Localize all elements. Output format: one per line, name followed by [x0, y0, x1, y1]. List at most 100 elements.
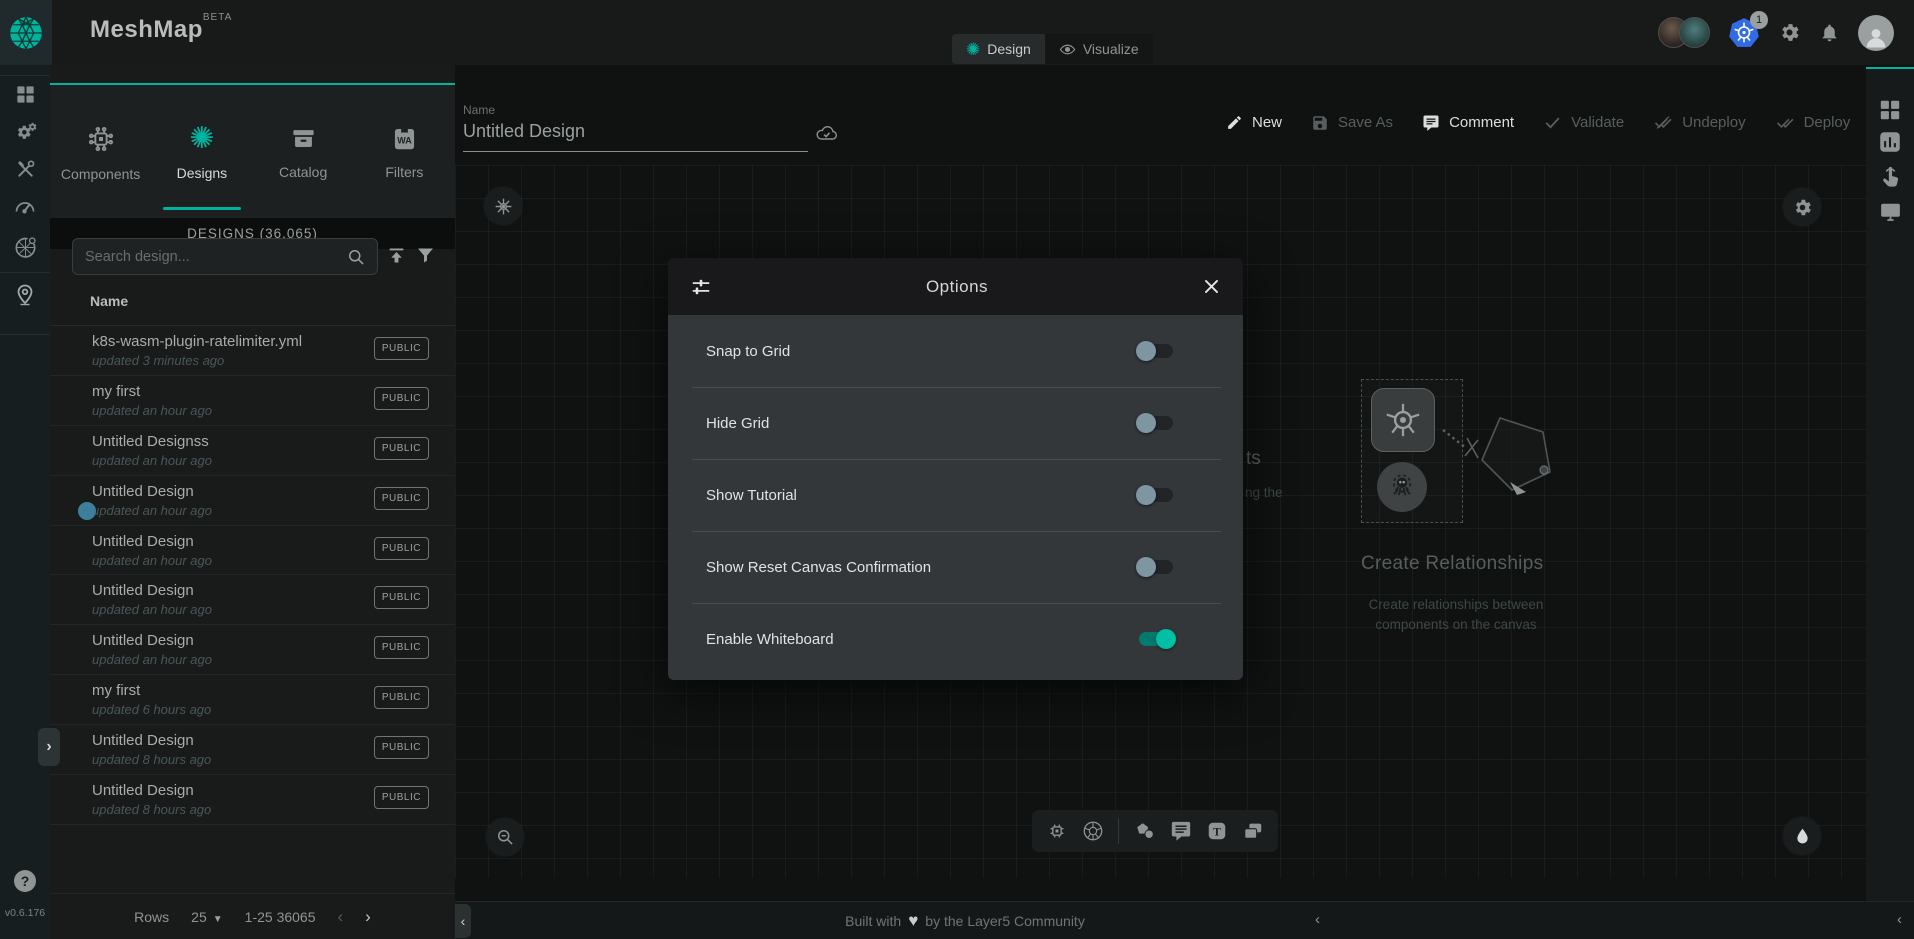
dock-text-icon[interactable]: T — [1206, 820, 1228, 842]
beta-tag: BETA — [203, 12, 232, 23]
input-underline — [463, 151, 808, 152]
design-name-label: Name — [463, 103, 495, 117]
option-row-enable-whiteboard: Enable Whiteboard — [668, 603, 1243, 675]
tab-catalog[interactable]: Catalog — [253, 85, 354, 220]
nav-meshmap-icon[interactable] — [0, 283, 50, 307]
snap-to-grid-toggle[interactable] — [1139, 344, 1173, 358]
dock-media-icon[interactable] — [1242, 820, 1264, 842]
design-row[interactable]: Untitled Design updated 8 hours ago PUBL… — [50, 775, 455, 825]
nav-dashboard-icon[interactable] — [0, 83, 50, 106]
show-tutorial-toggle[interactable] — [1139, 488, 1173, 502]
gear-icon — [1792, 197, 1813, 218]
tab-visualize[interactable]: Visualize — [1045, 34, 1153, 64]
tab-designs[interactable]: ✺ Designs — [151, 85, 252, 220]
freeze-layout-button[interactable] — [484, 187, 522, 225]
dock-comment-icon[interactable] — [1170, 820, 1192, 842]
interaction-hand-icon[interactable] — [1866, 165, 1914, 190]
hide-grid-toggle[interactable] — [1139, 416, 1173, 430]
help-button[interactable]: ? — [14, 870, 36, 892]
design-row[interactable]: Untitled Design updated 8 hours ago PUBL… — [50, 725, 455, 775]
nav-configuration-icon[interactable] — [0, 158, 50, 181]
zoom-button[interactable] — [486, 818, 524, 856]
version-label: v0.6.176 — [0, 907, 50, 919]
design-name: Untitled Design — [92, 582, 194, 599]
next-page-button[interactable]: › — [365, 907, 371, 927]
design-row[interactable]: Untitled Design updated an hour ago PUBL… — [50, 575, 455, 625]
design-updated: updated an hour ago — [92, 403, 212, 418]
design-row[interactable]: Untitled Designss updated an hour ago PU… — [50, 426, 455, 476]
visibility-badge: PUBLIC — [374, 337, 429, 360]
collaborator-avatars[interactable] — [1658, 17, 1710, 48]
design-name-input[interactable]: Untitled Design — [463, 121, 585, 142]
dock-kubernetes-icon[interactable] — [1082, 820, 1104, 842]
collaborator-peek-avatar — [78, 502, 96, 520]
nav-lifecycle-icon[interactable] — [0, 120, 50, 145]
design-row[interactable]: Untitled Design updated an hour ago PUBL… — [50, 526, 455, 576]
nav-extensions-icon[interactable] — [0, 235, 50, 260]
visibility-badge: PUBLIC — [374, 387, 429, 410]
mode-switch: ✺ Design Visualize — [952, 34, 1153, 64]
tab-design[interactable]: ✺ Design — [952, 34, 1045, 64]
design-updated: updated an hour ago — [92, 503, 212, 518]
tutorial-title: Create Relationships — [1361, 553, 1543, 575]
collaborator-avatar-2[interactable] — [1679, 17, 1710, 48]
design-row[interactable]: k8s-wasm-plugin-ratelimiter.yml updated … — [50, 326, 455, 376]
layer5-logo[interactable] — [0, 0, 52, 65]
kubernetes-context-button[interactable]: 1 — [1728, 17, 1760, 49]
expand-panel-chevron[interactable]: › — [38, 728, 60, 766]
design-updated: updated an hour ago — [92, 453, 212, 468]
option-label: Show Reset Canvas Confirmation — [706, 559, 931, 576]
deploy-double-check-icon — [1775, 113, 1795, 132]
screen-share-icon[interactable] — [1866, 199, 1914, 224]
one-click-deploy-button[interactable] — [1783, 817, 1821, 855]
pagination-range: 1-25 36065 — [245, 909, 316, 925]
import-design-icon[interactable] — [386, 245, 407, 266]
canvas-settings-button[interactable] — [1783, 188, 1821, 226]
mesh-sphere-icon — [8, 15, 44, 51]
deploy-button[interactable]: Deploy — [1775, 113, 1851, 132]
collapse-right-chevron[interactable]: ‹ — [1897, 911, 1902, 928]
new-button[interactable]: New — [1226, 114, 1282, 131]
designs-drawer: Components ✺ Designs Catalog WA Filters … — [50, 65, 455, 939]
search-input[interactable] — [72, 238, 378, 275]
filter-funnel-icon[interactable] — [415, 245, 436, 266]
design-row[interactable]: Untitled Design updated an hour ago PUBL… — [50, 476, 455, 526]
enable-whiteboard-toggle[interactable] — [1139, 632, 1173, 646]
design-row[interactable]: Untitled Design updated an hour ago PUBL… — [50, 625, 455, 675]
tab-filters[interactable]: WA Filters — [354, 85, 455, 220]
occluded-card-title-fragment: ts — [1246, 448, 1261, 470]
dock-components-icon[interactable] — [1046, 820, 1068, 842]
designs-list: k8s-wasm-plugin-ratelimiter.yml updated … — [50, 326, 455, 825]
user-avatar[interactable] — [1858, 15, 1894, 51]
prev-page-button[interactable]: ‹ — [338, 907, 344, 927]
design-name: my first — [92, 383, 140, 400]
design-name: Untitled Design — [92, 732, 194, 749]
sliders-icon — [690, 276, 712, 298]
notifications-bell-icon[interactable] — [1819, 22, 1840, 43]
person-icon — [1862, 23, 1890, 51]
divider — [0, 272, 50, 273]
collapse-mid-chevron[interactable]: ‹ — [1315, 911, 1320, 928]
validate-button[interactable]: Validate — [1543, 113, 1624, 132]
dock-shapes-icon[interactable] — [1134, 820, 1156, 842]
options-list: Snap to Grid Hide Grid Show Tutorial Sho… — [668, 315, 1243, 680]
undeploy-button[interactable]: Undeploy — [1653, 113, 1745, 132]
nav-performance-icon[interactable] — [0, 195, 50, 219]
design-name: Untitled Design — [92, 483, 194, 500]
design-row[interactable]: my first updated 6 hours ago PUBLIC — [50, 675, 455, 725]
rows-per-page-select[interactable]: 25▼ — [191, 909, 222, 925]
show-reset-canvas-confirmation-toggle[interactable] — [1139, 560, 1173, 574]
settings-gear-icon[interactable] — [1778, 21, 1801, 44]
pencil-icon — [1226, 114, 1243, 131]
save-as-button[interactable]: Save As — [1311, 114, 1393, 132]
comment-button[interactable]: Comment — [1422, 114, 1514, 132]
chart-panel-icon[interactable] — [1866, 129, 1914, 155]
tab-components[interactable]: Components — [50, 85, 151, 220]
options-modal: Options Snap to Grid Hide Grid Show Tuto… — [668, 258, 1243, 680]
option-row-show-tutorial: Show Tutorial — [668, 459, 1243, 531]
visibility-badge: PUBLIC — [374, 686, 429, 709]
design-row[interactable]: my first updated an hour ago PUBLIC — [50, 376, 455, 426]
visibility-badge: PUBLIC — [374, 537, 429, 560]
widgets-grid-icon[interactable] — [1866, 97, 1914, 123]
close-icon[interactable] — [1202, 277, 1221, 296]
